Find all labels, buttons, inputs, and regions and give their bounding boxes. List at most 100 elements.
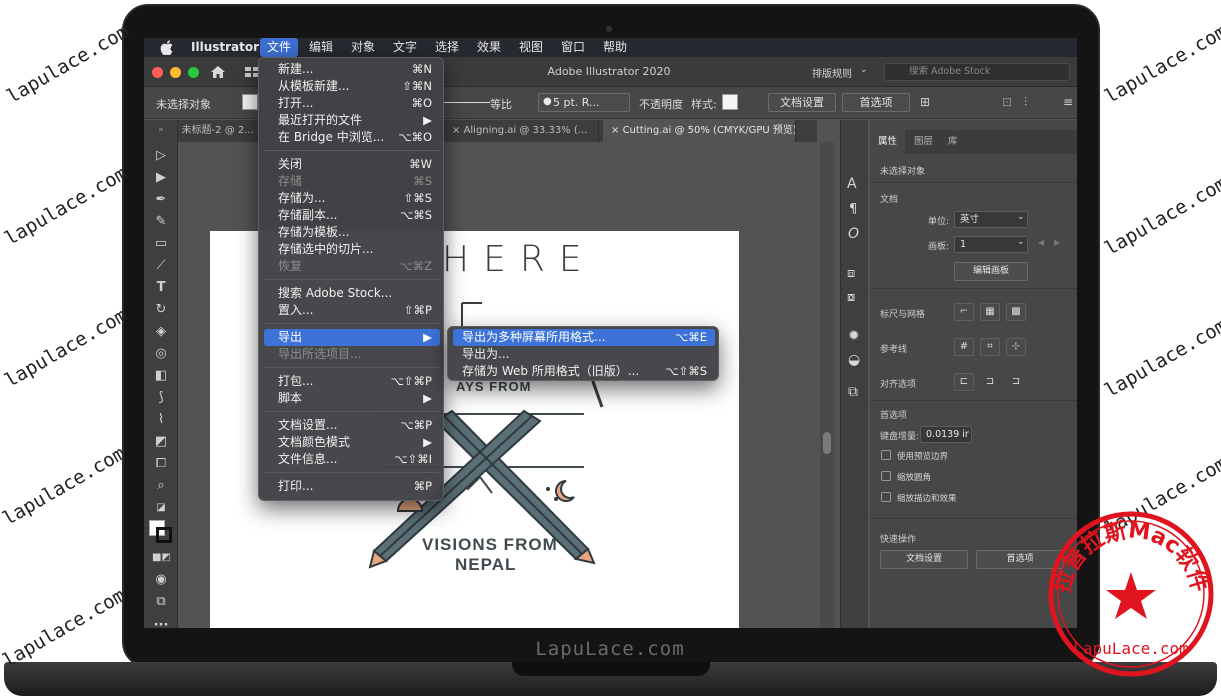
default-colors-icon[interactable]: ◪ (152, 500, 170, 516)
glyphs-panel-icon[interactable]: ⧈ (847, 266, 855, 281)
menu-item-scripts[interactable]: 脚本 ▶ (264, 390, 440, 407)
minimize-window-button[interactable] (170, 67, 181, 78)
direct-selection-tool-icon[interactable]: ▶ (152, 170, 170, 186)
menu-help[interactable]: 帮助 (596, 38, 634, 57)
menu-item-export-as[interactable]: 导出为... (453, 346, 715, 363)
symbols-panel-icon[interactable]: ⧇ (847, 290, 855, 305)
next-artboard-icon[interactable]: ▶ (1054, 238, 1060, 247)
menu-item-search-adobe-stock[interactable]: 搜索 Adobe Stock... (264, 285, 440, 302)
panel-menu-icon[interactable]: ≡ (1063, 95, 1073, 109)
tab-properties[interactable]: 属性 (870, 130, 906, 154)
menu-item-save-as-template[interactable]: 存储为模板... (264, 224, 440, 241)
menu-item-file-info[interactable]: 文件信息... ⌥⇧⌘I (264, 451, 440, 468)
character-panel-icon[interactable]: A (847, 176, 857, 192)
scale-corners-checkbox[interactable] (881, 471, 891, 481)
zoom-tool-icon[interactable]: ⌕ (152, 478, 170, 494)
scrollbar-thumb[interactable] (823, 432, 831, 454)
rectangle-tool-icon[interactable]: ▭ (152, 236, 170, 252)
stroke-color-swatch[interactable] (156, 527, 172, 543)
color-mode-icon[interactable]: ■◩ (152, 550, 171, 566)
menu-view[interactable]: 视图 (512, 38, 550, 57)
align-to-artboard-icon[interactable]: ⊐ (1006, 373, 1026, 391)
document-setup-button[interactable]: 文档设置 (768, 93, 836, 112)
align-icon[interactable]: ⫶ (1024, 95, 1027, 110)
align-to-key-icon[interactable]: ⊐ (980, 373, 1000, 391)
paragraph-panel-icon[interactable]: ¶ (849, 202, 857, 217)
menu-app-name[interactable]: Illustrator (184, 38, 266, 57)
edit-artboards-button[interactable]: 编辑画板 (954, 262, 1028, 281)
menu-item-close[interactable]: 关闭 ⌘W (264, 156, 440, 173)
quick-document-setup-button[interactable]: 文档设置 (880, 550, 968, 569)
selection-tool-icon[interactable]: ▷ (152, 148, 170, 164)
paintbrush-tool-icon[interactable]: ⟋ (152, 258, 170, 274)
scale-strokes-effects-checkbox[interactable] (881, 492, 891, 502)
rotate-tool-icon[interactable]: ↻ (152, 302, 170, 318)
align-to-selection-icon[interactable]: ⊏ (954, 373, 974, 391)
graphic-styles-icon[interactable]: ◒ (848, 352, 860, 368)
menu-type[interactable]: 文字 (386, 38, 424, 57)
menu-item-export[interactable]: 导出 ▶ (264, 329, 440, 346)
live-paint-tool-icon[interactable]: ◩ (152, 434, 170, 450)
menu-file[interactable]: 文件 (260, 38, 299, 57)
menu-edit[interactable]: 编辑 (302, 38, 340, 57)
menu-object[interactable]: 对象 (344, 38, 382, 57)
curvature-tool-icon[interactable]: ✎ (152, 214, 170, 230)
fill-swatch[interactable] (242, 94, 258, 110)
stock-search-input[interactable]: 搜索 Adobe Stock (884, 63, 1070, 81)
collapse-panel-icon[interactable]: » (152, 122, 170, 138)
smart-guides-icon[interactable]: ⊹ (1006, 338, 1026, 356)
eraser-tool-icon[interactable]: ◈ (152, 324, 170, 340)
close-icon[interactable]: × (611, 125, 623, 136)
menu-effect[interactable]: 效果 (470, 38, 508, 57)
transparency-grid-icon[interactable]: ▩ (1006, 303, 1026, 321)
style-swatch[interactable] (722, 94, 738, 110)
tab-libraries[interactable]: 库 (940, 130, 966, 154)
menu-item-save-as[interactable]: 存储为... ⇧⌘S (264, 190, 440, 207)
more-tools-icon[interactable]: ··· (152, 618, 170, 628)
grid-icon[interactable]: ▦ (980, 303, 1000, 321)
close-window-button[interactable] (152, 67, 163, 78)
screen-mode-icon[interactable]: ⧉ (152, 594, 170, 610)
menu-item-new-from-template[interactable]: 从模板新建... ⇧⌘N (264, 78, 440, 95)
canvas-vertical-scrollbar[interactable] (820, 142, 834, 628)
lock-guides-icon[interactable]: ⌗ (980, 338, 1000, 356)
draw-mode-icon[interactable]: ◉ (152, 572, 170, 588)
menu-item-export-for-screens[interactable]: 导出为多种屏幕所用格式... ⌥⌘E (453, 329, 715, 346)
eyedropper-tool-icon[interactable]: ⟆ (152, 390, 170, 406)
arrange-workspace-dropdown[interactable]: 排版规则 (812, 65, 852, 80)
stroke-profile-dropdown[interactable]: 等比 (490, 96, 512, 112)
menu-item-save-copy[interactable]: 存储副本... ⌥⌘S (264, 207, 440, 224)
artboards-panel-icon[interactable]: ⧉ (848, 384, 858, 400)
apple-icon[interactable] (160, 40, 174, 55)
menu-item-open[interactable]: 打开... ⌘O (264, 95, 440, 112)
menu-select[interactable]: 选择 (428, 38, 466, 57)
blend-tool-icon[interactable]: ⌇ (152, 412, 170, 428)
gradient-tool-icon[interactable]: ◧ (152, 368, 170, 384)
artboard-tool-icon[interactable]: ⧠ (152, 456, 170, 472)
zoom-window-button[interactable] (188, 67, 199, 78)
pen-tool-icon[interactable]: ✒ (152, 192, 170, 208)
rulers-icon[interactable]: ⌐ (954, 303, 974, 321)
menu-item-open-recent[interactable]: 最近打开的文件 ▶ (264, 112, 440, 129)
tab-aligning[interactable]: × Aligning.ai @ 33.33% (... (444, 120, 599, 142)
show-guides-icon[interactable]: # (954, 338, 974, 356)
menu-item-document-setup[interactable]: 文档设置... ⌥⌘P (264, 417, 440, 434)
opentype-panel-icon[interactable]: O (848, 226, 859, 242)
type-tool-icon[interactable]: T (152, 280, 170, 296)
menu-item-document-color-mode[interactable]: 文档颜色模式 ▶ (264, 434, 440, 451)
tab-layers[interactable]: 图层 (906, 130, 941, 154)
appearance-panel-icon[interactable]: ✹ (848, 328, 860, 344)
keyboard-increment-input[interactable]: 0.0139 ir (920, 426, 972, 443)
menu-item-print[interactable]: 打印... ⌘P (264, 478, 440, 495)
menu-window[interactable]: 窗口 (554, 38, 592, 57)
opacity-label[interactable]: 不透明度 (639, 96, 683, 112)
preferences-button[interactable]: 首选项 (842, 93, 910, 112)
menu-item-package[interactable]: 打包... ⌥⇧⌘P (264, 373, 440, 390)
lasso-tool-icon[interactable]: ◎ (152, 346, 170, 362)
previous-artboard-icon[interactable]: ◀ (1038, 238, 1044, 247)
menu-item-place[interactable]: 置入... ⇧⌘P (264, 302, 440, 319)
tab-cutting[interactable]: × Cutting.ai @ 50% (CMYK/GPU 预览) (603, 120, 796, 142)
menu-item-browse-bridge[interactable]: 在 Bridge 中浏览... ⌥⌘O (264, 129, 440, 146)
menu-item-save-for-web[interactable]: 存储为 Web 所用格式（旧版）... ⌥⇧⌘S (453, 363, 715, 380)
transform-icon[interactable]: ⊡ (1002, 95, 1012, 109)
